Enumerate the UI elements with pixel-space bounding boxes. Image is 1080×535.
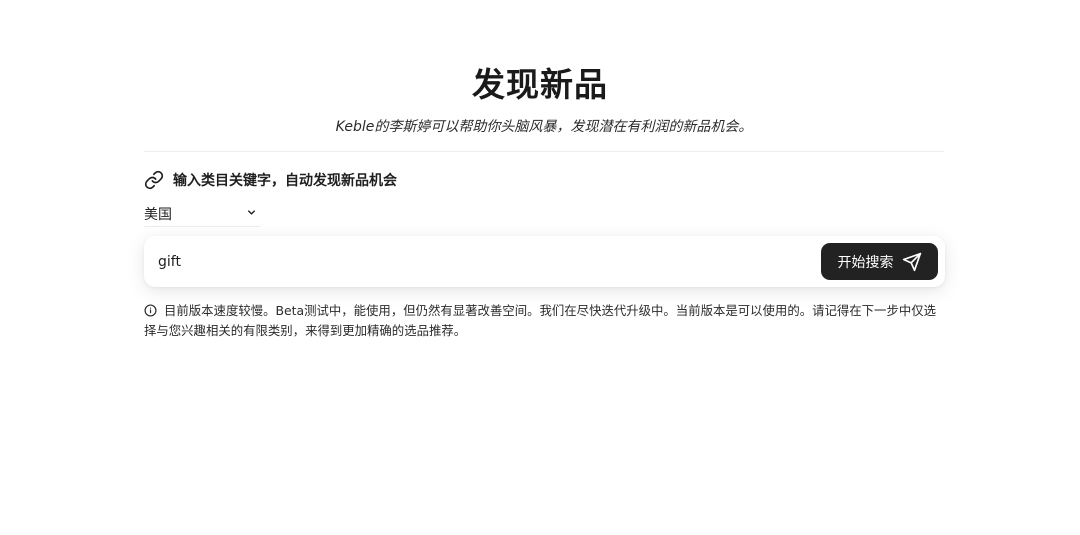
page-title: 发现新品 bbox=[472, 65, 608, 104]
divider bbox=[144, 151, 944, 152]
country-select-value: 美国 bbox=[144, 206, 172, 223]
notice: 目前版本速度较慢。Beta测试中，能使用，但仍然有显著改善空间。我们在尽快迭代升… bbox=[144, 302, 944, 340]
country-select[interactable]: 美国 bbox=[144, 201, 260, 227]
search-button[interactable]: 开始搜索 bbox=[821, 243, 938, 280]
page-subtitle: Keble的李斯婷可以帮助你头脑风暴，发现潜在有利润的新品机会。 bbox=[335, 119, 753, 135]
notice-text: 目前版本速度较慢。Beta测试中，能使用，但仍然有显著改善空间。我们在尽快迭代升… bbox=[144, 303, 937, 338]
chevron-down-icon bbox=[246, 206, 257, 222]
search-button-label: 开始搜索 bbox=[837, 254, 894, 271]
info-icon bbox=[144, 304, 157, 322]
search-input[interactable] bbox=[158, 236, 798, 287]
page: 发现新品 Keble的李斯婷可以帮助你头脑风暴，发现潜在有利润的新品机会。 输入… bbox=[0, 0, 1080, 535]
section-label: 输入类目关键字，自动发现新品机会 bbox=[173, 173, 397, 189]
search-box: 开始搜索 bbox=[144, 236, 945, 287]
link-icon bbox=[144, 170, 164, 190]
section-heading: 输入类目关键字，自动发现新品机会 bbox=[144, 170, 397, 190]
send-icon bbox=[902, 252, 922, 272]
